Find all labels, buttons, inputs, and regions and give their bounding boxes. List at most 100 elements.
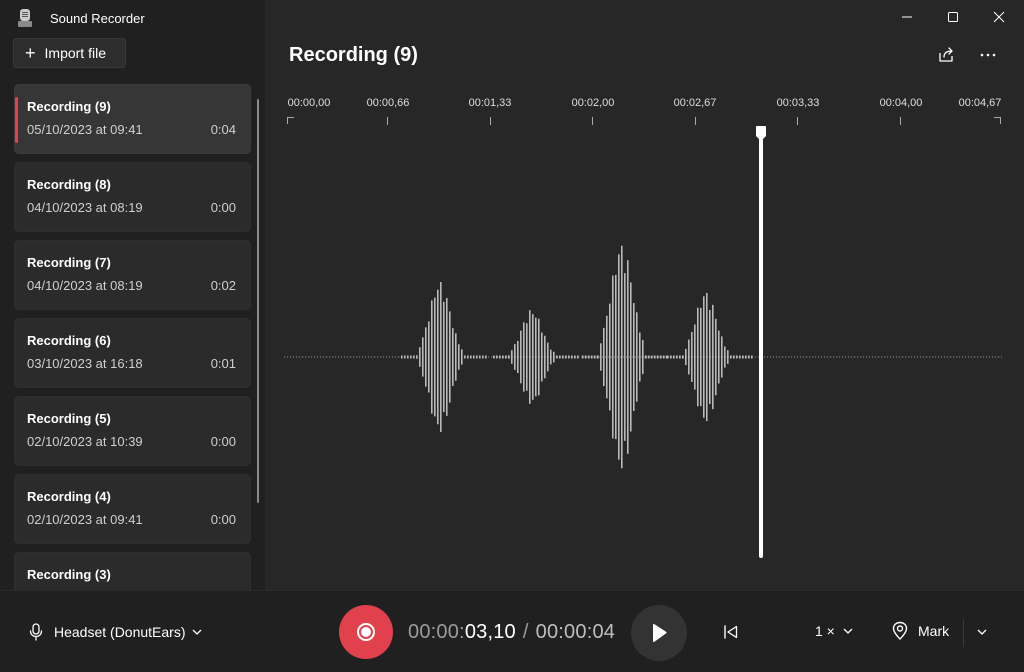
waveform-bar [428, 321, 430, 393]
waveform-bar [535, 317, 537, 397]
waveform-baseline-dot [944, 356, 946, 358]
playback-speed-selector[interactable]: 1 × [815, 623, 853, 639]
waveform-baseline-dot [815, 356, 817, 358]
app-icon [18, 9, 32, 27]
microphone-selector[interactable]: Headset (DonutEars) [28, 621, 202, 643]
waveform-baseline-dot [791, 356, 793, 358]
waveform-bar [455, 333, 457, 381]
waveform-bar [639, 332, 641, 382]
share-button[interactable] [932, 42, 960, 68]
waveform-bar [520, 330, 522, 384]
mark-options-button[interactable] [971, 621, 993, 643]
waveform-baseline-dot [914, 356, 916, 358]
waveform-bar [691, 332, 693, 382]
recording-item[interactable]: Recording (3) [14, 552, 251, 590]
waveform-baseline-dot [356, 356, 358, 358]
maximize-button[interactable] [930, 0, 976, 34]
waveform-bar [630, 282, 632, 432]
ruler-tick [797, 117, 798, 125]
waveform-bar [645, 355, 647, 359]
waveform-bar [618, 254, 620, 460]
waveform-baseline-dot [308, 356, 310, 358]
waveform-bar [496, 355, 498, 359]
mark-divider [963, 619, 964, 647]
waveform-baseline-dot [818, 356, 820, 358]
recording-date: 04/10/2023 at 08:19 [27, 278, 143, 293]
chevron-down-icon [977, 629, 987, 635]
waveform-bar [721, 336, 723, 378]
playhead-handle[interactable] [755, 125, 767, 142]
waveform-bar [473, 355, 475, 359]
waveform-baseline-dot [941, 356, 943, 358]
waveform-bar [730, 355, 732, 359]
skip-back-button[interactable] [718, 619, 744, 645]
waveform-baseline-dot [365, 356, 367, 358]
recording-item[interactable]: Recording (5) 02/10/2023 at 10:39 0:00 [14, 396, 251, 466]
recording-item[interactable]: Recording (4) 02/10/2023 at 09:41 0:00 [14, 474, 251, 544]
waveform-baseline-dot [884, 356, 886, 358]
waveform-bar [440, 282, 442, 432]
waveform-baseline-dot [989, 356, 991, 358]
recording-name: Recording (7) [27, 255, 111, 270]
record-button[interactable] [339, 605, 393, 659]
waveform-bar [597, 355, 599, 359]
waveform-baseline-dot [377, 356, 379, 358]
waveform-bar [523, 322, 525, 392]
playhead-line[interactable] [759, 138, 763, 558]
waveform-bar [485, 355, 487, 359]
waveform-bar [727, 350, 729, 364]
minimize-button[interactable] [884, 0, 930, 34]
play-button[interactable] [631, 605, 687, 661]
waveform-baseline-dot [866, 356, 868, 358]
waveform-bar [615, 274, 617, 440]
recording-name: Recording (4) [27, 489, 111, 504]
waveform-baseline-dot [998, 356, 1000, 358]
waveform-bar [532, 314, 534, 400]
chevron-down-icon [843, 628, 853, 634]
waveform-bar [499, 355, 501, 359]
waveform-baseline-dot [299, 356, 301, 358]
recording-item[interactable]: Recording (6) 03/10/2023 at 16:18 0:01 [14, 318, 251, 388]
waveform-baseline-dot [803, 356, 805, 358]
waveform-bar [452, 328, 454, 386]
mark-button[interactable]: Mark [890, 621, 949, 641]
waveform-baseline-dot [851, 356, 853, 358]
ruler-end-corner [994, 117, 1001, 124]
waveform-baseline-dot [905, 356, 907, 358]
ruler-label: 00:03,33 [776, 97, 820, 109]
waveform-bar [407, 355, 409, 359]
close-button[interactable] [976, 0, 1022, 34]
recording-duration: 0:00 [210, 200, 236, 215]
waveform-bar [529, 310, 531, 404]
play-icon [653, 624, 667, 642]
waveform-baseline-dot [839, 356, 841, 358]
waveform-bar [577, 355, 579, 359]
waveform-baseline-dot [950, 356, 952, 358]
waveform-baseline-dot [311, 356, 313, 358]
waveform-bar [685, 348, 687, 366]
waveform-baseline-dot [974, 356, 976, 358]
waveform-bar [745, 355, 747, 359]
recording-item[interactable]: Recording (9) 05/10/2023 at 09:41 0:04 [14, 84, 251, 154]
recording-item[interactable]: Recording (7) 04/10/2023 at 08:19 0:02 [14, 240, 251, 310]
waveform[interactable] [284, 240, 1002, 474]
recording-item[interactable]: Recording (8) 04/10/2023 at 08:19 0:00 [14, 162, 251, 232]
waveform-bar [633, 303, 635, 411]
plus-icon: + [25, 43, 36, 63]
waveform-baseline-dot [338, 356, 340, 358]
import-file-button[interactable]: + Import file [13, 38, 126, 68]
recording-name: Recording (8) [27, 177, 111, 192]
waveform-baseline-dot [923, 356, 925, 358]
waveform-bar [556, 355, 558, 359]
more-options-button[interactable] [974, 42, 1002, 68]
recording-date: 05/10/2023 at 09:41 [27, 122, 143, 137]
waveform-baseline-dot [296, 356, 298, 358]
sidebar-scrollbar[interactable] [257, 99, 259, 503]
recording-date: 02/10/2023 at 10:39 [27, 434, 143, 449]
ruler-label: 00:04,00 [879, 97, 923, 109]
waveform-baseline-dot [788, 356, 790, 358]
waveform-bar [476, 355, 478, 359]
time-display: 00:00:03,10 / 00:00:04 [408, 621, 615, 644]
waveform-baseline-dot [911, 356, 913, 358]
waveform-baseline-dot [827, 356, 829, 358]
